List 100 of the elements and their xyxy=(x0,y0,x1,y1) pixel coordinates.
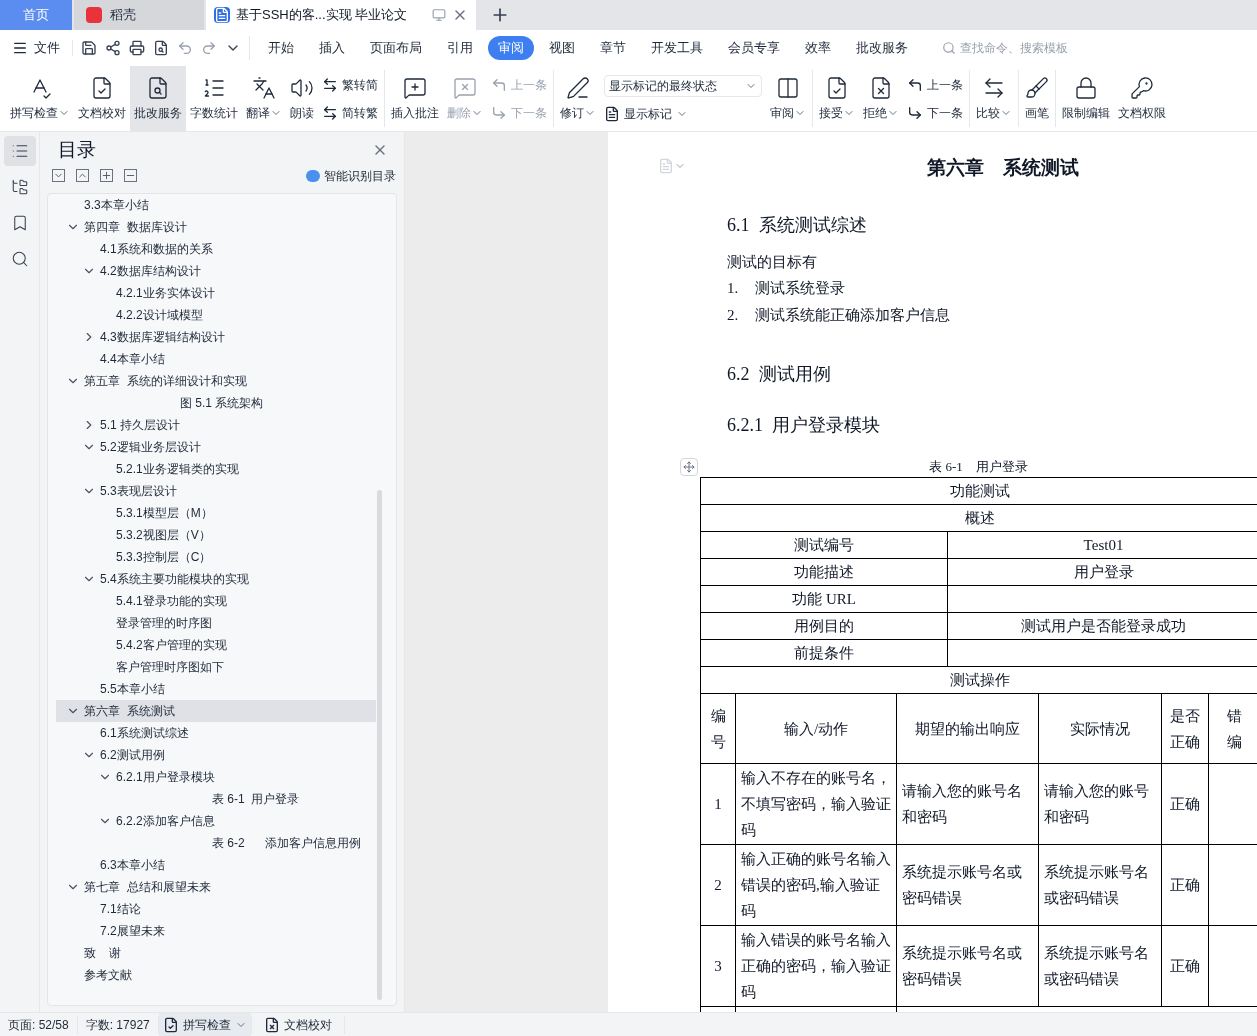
spell-check-button[interactable]: 拼写检查 xyxy=(158,1013,251,1036)
table-cell: 输入错误的账号名输入正确的密码，输入验证码 xyxy=(736,926,897,1006)
toc-item[interactable]: 5.3表现层设计 xyxy=(56,479,376,502)
ribbon-button[interactable]: 审阅 xyxy=(766,66,810,131)
ribbon-button[interactable]: 修订 xyxy=(556,66,600,131)
section-heading: 6.2 测试用例 xyxy=(727,363,832,386)
save-icon[interactable] xyxy=(81,40,97,56)
toc-item[interactable]: 致 谢 xyxy=(56,941,376,964)
menu-tab[interactable]: 审阅 xyxy=(488,36,534,60)
toc-item[interactable]: 5.1 持久层设计 xyxy=(56,413,376,436)
toc-item[interactable]: 6.2.1用户登录模块 xyxy=(56,765,376,788)
toc-item[interactable]: 5.2逻辑业务层设计 xyxy=(56,435,376,458)
column-header: 错编 xyxy=(1209,694,1257,763)
scrollbar[interactable] xyxy=(377,489,382,1000)
toc-item[interactable]: 图 5.1 系统架构 xyxy=(56,391,376,414)
menu-tab[interactable]: 页面布局 xyxy=(360,36,432,60)
document-tab[interactable]: 基于SSH的客...实现 毕业论文 xyxy=(206,0,476,30)
toc-item[interactable]: 4.3数据库逻辑结构设计 xyxy=(56,325,376,348)
menu-tab[interactable]: 引用 xyxy=(437,36,483,60)
ribbon-button[interactable]: 限制编辑 xyxy=(1058,66,1114,131)
ribbon-small-button[interactable]: 繁转简 xyxy=(322,75,378,94)
toc-item[interactable]: 4.4本章小结 xyxy=(56,347,376,370)
toc-item[interactable]: 第七章 总结和展望未来 xyxy=(56,875,376,898)
ribbon-button[interactable]: 翻译 xyxy=(242,66,286,131)
menu-tab[interactable]: 开发工具 xyxy=(641,36,713,60)
toc-item[interactable]: 客户管理时序图如下 xyxy=(56,655,376,678)
menu-tab[interactable]: 会员专享 xyxy=(718,36,790,60)
toc-item[interactable]: 3.3本章小结 xyxy=(56,193,376,216)
minus-icon[interactable] xyxy=(124,169,137,182)
ribbon-button[interactable]: 比较 xyxy=(972,66,1016,131)
ribbon-button[interactable]: 拼写检查 xyxy=(6,66,74,131)
document-tab[interactable]: 稻壳 xyxy=(74,0,204,30)
table-cell: 请输入您的账号和密码 xyxy=(1039,764,1162,844)
move-handle-icon[interactable] xyxy=(680,458,698,476)
list-number: 2. xyxy=(727,306,740,325)
menu-tab[interactable]: 效率 xyxy=(795,36,841,60)
panel-title: 目录 xyxy=(58,138,96,162)
ribbon-small-button[interactable]: 下一条 xyxy=(907,103,963,122)
toc-item[interactable]: 7.1结论 xyxy=(56,897,376,920)
column-header: 输入/动作 xyxy=(736,694,897,763)
toc-item[interactable]: 表 6-1 用户登录 xyxy=(56,787,376,810)
markup-select[interactable]: 显示标记的最终状态 xyxy=(604,74,762,97)
toc-item[interactable]: 5.3.1模型层（M） xyxy=(56,501,376,524)
smart-toc-button[interactable]: 智能识别目录 xyxy=(306,166,396,185)
toc-item[interactable]: 第六章 系统测试 xyxy=(56,699,376,722)
ribbon-button[interactable]: 字数统计 xyxy=(186,66,242,131)
toc-item[interactable]: 4.1系统和数据的关系 xyxy=(56,237,376,260)
translate-icon xyxy=(252,75,276,100)
toc-item[interactable]: 4.2.1业务实体设计 xyxy=(56,281,376,304)
toc-item[interactable]: 表 6-2 添加客户信息用例 xyxy=(56,831,376,854)
toc-item[interactable]: 参考文献 xyxy=(56,963,376,986)
toc-item[interactable]: 5.3.2视图层（V） xyxy=(56,523,376,546)
table-cell: 系统提示账号名或密码错误 xyxy=(897,926,1039,1006)
toc-item[interactable]: 5.4.1登录功能的实现 xyxy=(56,589,376,612)
menu-tab[interactable]: 章节 xyxy=(590,36,636,60)
toc-item[interactable]: 5.4系统主要功能模块的实现 xyxy=(56,567,376,590)
menu-tab[interactable]: 视图 xyxy=(539,36,585,60)
ribbon-button[interactable]: 文档校对 xyxy=(74,66,130,131)
toc-item[interactable]: 6.3本章小结 xyxy=(56,853,376,876)
ribbon-button[interactable]: 插入批注 xyxy=(387,66,443,131)
toc-item[interactable]: 6.2.2添加客户信息 xyxy=(56,809,376,832)
toc-item[interactable]: 5.5本章小结 xyxy=(56,677,376,700)
toc-item[interactable]: 5.4.2客户管理的实现 xyxy=(56,633,376,656)
toc-icon[interactable] xyxy=(3,136,36,166)
toc-item[interactable]: 5.2.1业务逻辑类的实现 xyxy=(56,457,376,480)
ribbon-small-button[interactable]: 上一条 xyxy=(907,75,963,94)
table-cell: 正确 xyxy=(1162,926,1209,1006)
show-markup-button[interactable]: 显示标记 xyxy=(604,104,762,123)
ribbon-button[interactable]: 画笔 xyxy=(1021,66,1053,131)
toc-item[interactable]: 6.2测试用例 xyxy=(56,743,376,766)
menu-tab[interactable]: 插入 xyxy=(309,36,355,60)
ribbon-button[interactable]: 朗读 xyxy=(286,66,318,131)
ribbon-button[interactable]: 文档权限 xyxy=(1114,66,1170,131)
print-preview-icon[interactable] xyxy=(153,40,169,56)
print-icon[interactable] xyxy=(129,40,145,56)
export-icon[interactable] xyxy=(105,40,121,56)
toc-item[interactable]: 4.2数据库结构设计 xyxy=(56,259,376,282)
file-menu-button[interactable]: 文件 xyxy=(12,38,60,58)
toc-item[interactable]: 第四章 数据库设计 xyxy=(56,215,376,238)
menu-tab[interactable]: 开始 xyxy=(258,36,304,60)
ribbon-button[interactable]: 拒绝 xyxy=(859,66,903,131)
column-header: 是否正确 xyxy=(1162,694,1209,763)
columns-icon xyxy=(776,75,800,100)
ribbon-button[interactable]: 批改服务 xyxy=(130,66,186,131)
toc-item[interactable]: 第五章 系统的详细设计和实现 xyxy=(56,369,376,392)
toc-item[interactable]: 5.3.3控制层（C） xyxy=(56,545,376,568)
command-search-field[interactable]: 查找命令、搜索模板 xyxy=(942,39,1100,57)
ribbon-button[interactable]: 接受 xyxy=(815,66,859,131)
toc-item[interactable]: 7.2展望未来 xyxy=(56,919,376,942)
ribbon-small-button[interactable]: 简转繁 xyxy=(322,103,378,122)
collapse-icon[interactable] xyxy=(52,169,65,182)
toc-item[interactable]: 登录管理的时序图 xyxy=(56,611,376,634)
undo-icon[interactable] xyxy=(177,40,193,56)
expand-icon[interactable] xyxy=(76,169,89,182)
menu-tab[interactable]: 批改服务 xyxy=(846,36,918,60)
toc-item[interactable]: 6.1系统测试综述 xyxy=(56,721,376,744)
toc-item[interactable]: 4.2.2设计域模型 xyxy=(56,303,376,326)
plus-icon[interactable] xyxy=(100,169,113,182)
table-cell: 正确 xyxy=(1162,845,1209,925)
proofread-button[interactable]: 文档校对 xyxy=(250,1015,345,1034)
